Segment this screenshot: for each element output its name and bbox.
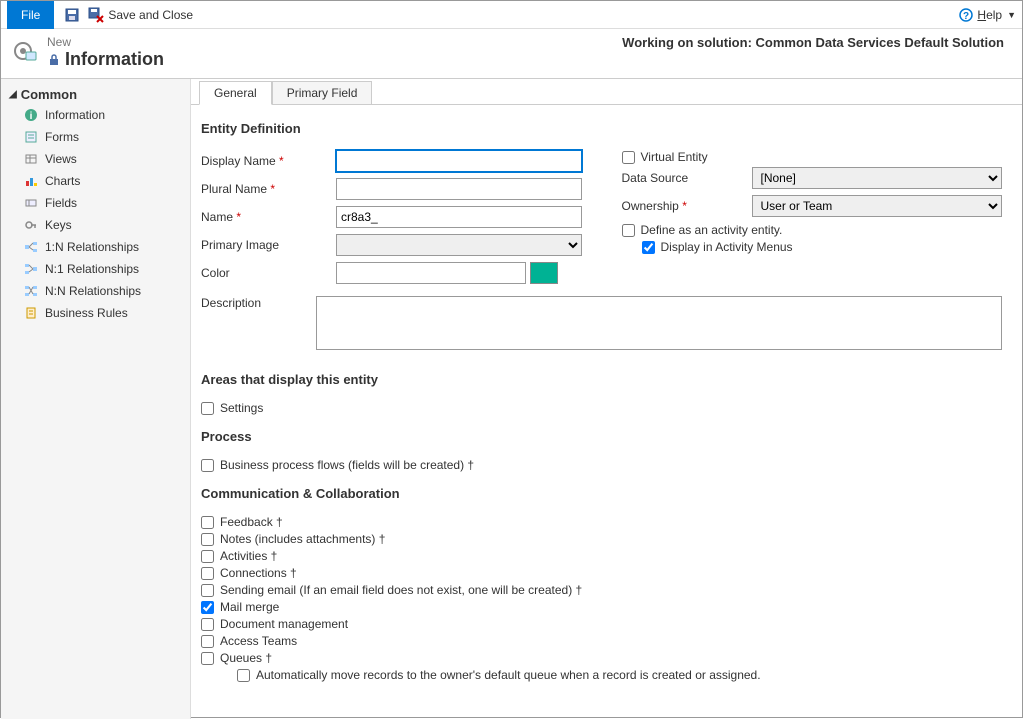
- description-textarea[interactable]: [316, 296, 1002, 350]
- sidebar: ◢ Common iInformation Forms Views Charts…: [1, 79, 191, 719]
- entity-gear-icon: [11, 39, 39, 63]
- primary-image-select[interactable]: [336, 234, 582, 256]
- label-settings: Settings: [220, 401, 263, 415]
- save-close-label: Save and Close: [108, 8, 193, 22]
- feedback-checkbox[interactable]: [201, 516, 214, 529]
- label-color: Color: [201, 266, 336, 280]
- help-label: Help: [977, 8, 1002, 22]
- label-ownership: Ownership *: [622, 199, 752, 213]
- label-name: Name *: [201, 210, 336, 224]
- sending-email-checkbox[interactable]: [201, 584, 214, 597]
- save-icon: [64, 7, 80, 23]
- label-sending-email: Sending email (If an email field does no…: [220, 583, 582, 597]
- label-primary-image: Primary Image: [201, 238, 336, 252]
- tab-general[interactable]: General: [199, 81, 272, 105]
- sidebar-item-keys[interactable]: Keys: [1, 214, 190, 236]
- collapse-caret-icon: ◢: [9, 89, 17, 100]
- mail-merge-checkbox[interactable]: [201, 601, 214, 614]
- file-button[interactable]: File: [7, 1, 54, 29]
- display-name-input[interactable]: [336, 150, 582, 172]
- svg-text:i: i: [30, 111, 33, 122]
- label-virtual-entity: Virtual Entity: [641, 150, 708, 164]
- rel-nn-icon: [23, 283, 39, 299]
- label-access-teams: Access Teams: [220, 634, 297, 648]
- virtual-entity-checkbox[interactable]: [622, 151, 635, 164]
- sidebar-item-rules[interactable]: Business Rules: [1, 302, 190, 324]
- tab-primary-field[interactable]: Primary Field: [272, 81, 373, 104]
- sidebar-item-information[interactable]: iInformation: [1, 104, 190, 126]
- color-input[interactable]: [336, 262, 526, 284]
- rel-n1-icon: [23, 261, 39, 277]
- sidebar-item-views[interactable]: Views: [1, 148, 190, 170]
- charts-icon: [23, 173, 39, 189]
- forms-icon: [23, 129, 39, 145]
- sidebar-item-charts[interactable]: Charts: [1, 170, 190, 192]
- label-notes: Notes (includes attachments) †: [220, 532, 385, 546]
- label-description: Description: [201, 296, 316, 310]
- sidebar-item-forms[interactable]: Forms: [1, 126, 190, 148]
- toolbar: File Save and Close ? Help ▼: [1, 1, 1022, 29]
- solution-context: Working on solution: Common Data Service…: [622, 35, 1012, 50]
- ownership-select[interactable]: User or Team: [752, 195, 1003, 217]
- sidebar-item-nn[interactable]: N:N Relationships: [1, 280, 190, 302]
- label-display-activity-menus: Display in Activity Menus: [661, 240, 793, 254]
- connections-checkbox[interactable]: [201, 567, 214, 580]
- section-process: Process: [201, 429, 1002, 444]
- label-bpf: Business process flows (fields will be c…: [220, 458, 474, 472]
- header: New Information Working on solution: Com…: [1, 29, 1022, 79]
- label-data-source: Data Source: [622, 171, 752, 185]
- label-activities: Activities †: [220, 549, 277, 563]
- settings-checkbox[interactable]: [201, 402, 214, 415]
- label-auto-move: Automatically move records to the owner'…: [256, 668, 761, 682]
- page-title: Information: [47, 49, 164, 70]
- sidebar-item-n1[interactable]: N:1 Relationships: [1, 258, 190, 280]
- help-icon: ?: [958, 7, 974, 23]
- save-close-button[interactable]: Save and Close: [88, 7, 193, 23]
- rel-1n-icon: [23, 239, 39, 255]
- label-doc-mgmt: Document management: [220, 617, 348, 631]
- display-activity-menus-checkbox[interactable]: [642, 241, 655, 254]
- label-queues: Queues †: [220, 651, 272, 665]
- sidebar-group-common[interactable]: ◢ Common: [1, 85, 190, 104]
- auto-move-checkbox[interactable]: [237, 669, 250, 682]
- section-entity-definition: Entity Definition: [201, 121, 1002, 136]
- label-connections: Connections †: [220, 566, 297, 580]
- lock-icon: [47, 53, 61, 67]
- section-areas: Areas that display this entity: [201, 372, 1002, 387]
- doc-mgmt-checkbox[interactable]: [201, 618, 214, 631]
- help-caret-icon: ▼: [1007, 10, 1016, 20]
- fields-icon: [23, 195, 39, 211]
- info-icon: i: [23, 107, 39, 123]
- access-teams-checkbox[interactable]: [201, 635, 214, 648]
- label-mail-merge: Mail merge: [220, 600, 279, 614]
- label-display-name: Display Name *: [201, 154, 336, 168]
- sidebar-item-fields[interactable]: Fields: [1, 192, 190, 214]
- plural-name-input[interactable]: [336, 178, 582, 200]
- data-source-select[interactable]: [None]: [752, 167, 1003, 189]
- keys-icon: [23, 217, 39, 233]
- label-define-activity: Define as an activity entity.: [641, 223, 783, 237]
- notes-checkbox[interactable]: [201, 533, 214, 546]
- color-swatch[interactable]: [530, 262, 558, 284]
- activities-checkbox[interactable]: [201, 550, 214, 563]
- label-plural-name: Plural Name *: [201, 182, 336, 196]
- save-button[interactable]: [64, 7, 80, 23]
- views-icon: [23, 151, 39, 167]
- help-button[interactable]: ? Help ▼: [958, 7, 1016, 23]
- sidebar-item-1n[interactable]: 1:N Relationships: [1, 236, 190, 258]
- header-new-label: New: [47, 35, 164, 49]
- bpf-checkbox[interactable]: [201, 459, 214, 472]
- form-area: Entity Definition Display Name * Plural …: [191, 105, 1022, 719]
- define-activity-checkbox[interactable]: [622, 224, 635, 237]
- rules-icon: [23, 305, 39, 321]
- svg-text:?: ?: [963, 11, 969, 22]
- tabs: General Primary Field: [191, 81, 1022, 105]
- save-close-icon: [88, 7, 104, 23]
- section-comm: Communication & Collaboration: [201, 486, 1002, 501]
- name-input[interactable]: [336, 206, 582, 228]
- queues-checkbox[interactable]: [201, 652, 214, 665]
- label-feedback: Feedback †: [220, 515, 283, 529]
